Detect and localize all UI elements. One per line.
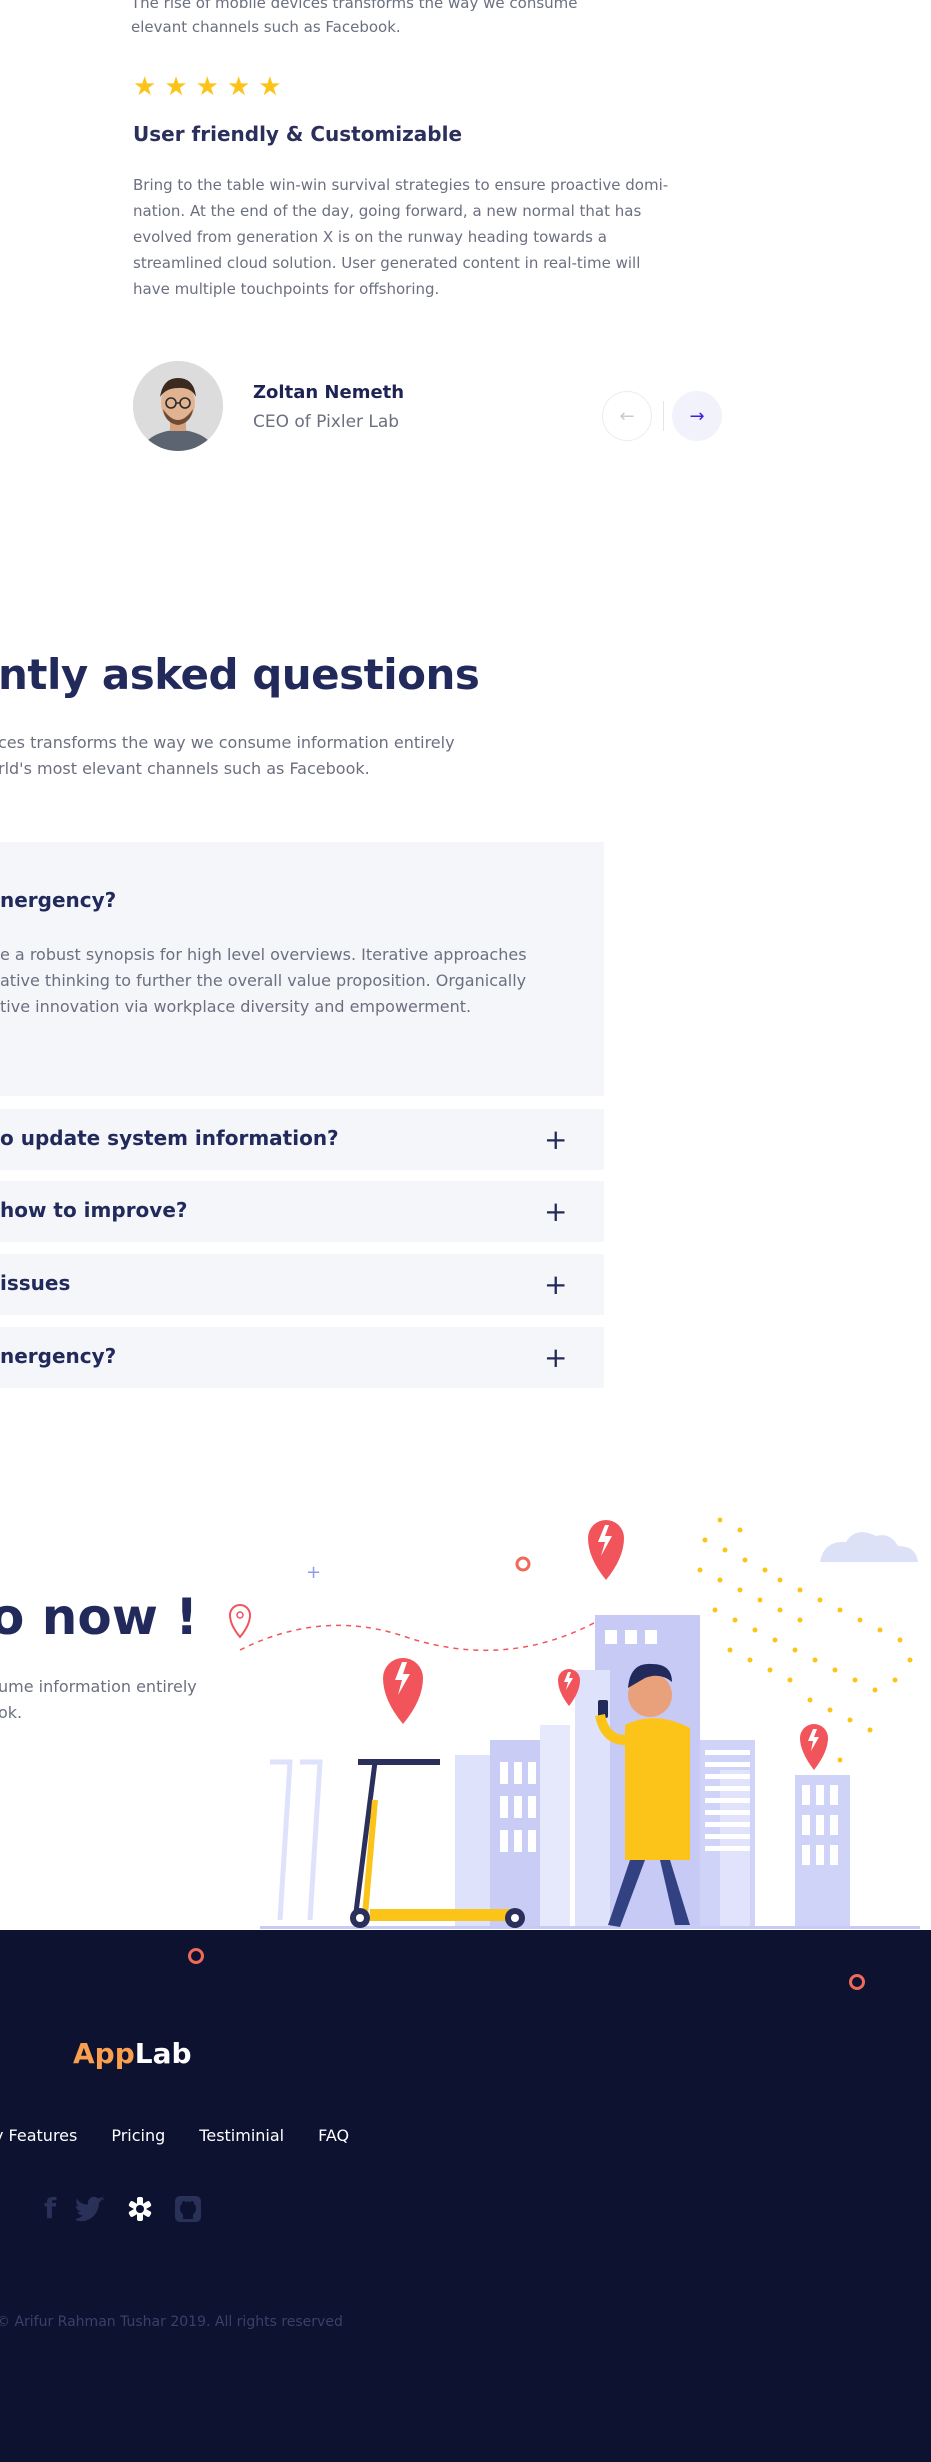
ring-decoration: [849, 1974, 865, 1990]
footer-link-testimonial[interactable]: Testiminial: [199, 2126, 284, 2145]
faq-answer: e a robust synopsis for high level overv…: [0, 942, 527, 1020]
cta-heading: o now !: [0, 1588, 199, 1646]
faq-answer-line: ative thinking to further the overall va…: [0, 971, 527, 990]
github-icon[interactable]: [174, 2195, 202, 2223]
faq-item-open[interactable]: nergency? e a robust synopsis for high l…: [0, 842, 604, 1096]
testimonial-body-line: streamlined cloud solution. User generat…: [133, 254, 641, 272]
facebook-icon[interactable]: f: [44, 2192, 56, 2225]
star-icon: ★: [164, 72, 188, 102]
testimonial-body-line: evolved from generation X is on the runw…: [133, 228, 607, 246]
arrow-right-icon: →: [689, 405, 705, 427]
faq-question: how to improve?: [0, 1198, 188, 1222]
faq-heading: ntly asked questions: [0, 650, 480, 699]
footer: AppLab y Features Pricing Testiminial FA…: [0, 1930, 931, 2462]
footer-link-pricing[interactable]: Pricing: [111, 2126, 165, 2145]
faq-sub-line2: rld's most elevant channels such as Face…: [0, 759, 370, 778]
footer-link-features[interactable]: y Features: [0, 2126, 77, 2145]
page: The rise of mobile devices transforms th…: [0, 0, 931, 2462]
faq-answer-line: tive innovation via workplace diversity …: [0, 997, 472, 1016]
asterisk-logo-icon[interactable]: [126, 2195, 154, 2223]
testimonial-title: User friendly & Customizable: [133, 122, 463, 146]
prev-testimonial-button[interactable]: ←: [602, 391, 652, 441]
star-icon: ★: [195, 72, 219, 102]
faq-sub-line1: ces transforms the way we consume inform…: [0, 733, 455, 752]
plus-icon[interactable]: +: [544, 1126, 567, 1154]
twitter-icon[interactable]: [76, 2196, 106, 2222]
social-links: f: [44, 2192, 202, 2225]
arrow-left-icon: ←: [619, 405, 635, 427]
svg-text:+: +: [306, 1562, 321, 1583]
city-scooter-illustration: +: [228, 1517, 920, 1929]
copyright: © Arifur Rahman Tushar 2019. All rights …: [0, 2314, 343, 2330]
cta-sub-line2: ok.: [0, 1703, 23, 1722]
faq-answer-line: e a robust synopsis for high level overv…: [0, 945, 527, 964]
faq-item[interactable]: nergency? +: [0, 1327, 604, 1388]
testimonial-body-line: Bring to the table win-win survival stra…: [133, 176, 669, 194]
logo-text-lab: Lab: [134, 2037, 192, 2070]
author-role: CEO of Pixler Lab: [253, 412, 400, 432]
plus-icon[interactable]: +: [544, 1271, 567, 1299]
testimonial-body-line: nation. At the end of the day, going for…: [133, 202, 642, 220]
ring-decoration: [188, 1948, 204, 1964]
person-portrait-icon: [133, 361, 223, 451]
cta-sub-line1: ume information entirely: [0, 1677, 197, 1696]
faq-question: nergency?: [0, 888, 117, 912]
footer-link-faq[interactable]: FAQ: [318, 2126, 349, 2145]
faq-question: o update system information?: [0, 1126, 339, 1150]
plus-icon[interactable]: +: [544, 1344, 567, 1372]
footer-nav: y Features Pricing Testiminial FAQ: [0, 2126, 349, 2145]
plus-icon[interactable]: +: [544, 1198, 567, 1226]
star-icon: ★: [226, 72, 251, 102]
faq-question: issues: [0, 1271, 71, 1295]
faq-item[interactable]: issues +: [0, 1254, 604, 1315]
star-icon: ★: [133, 72, 157, 102]
rating-stars: ★ ★ ★ ★ ★: [133, 74, 282, 100]
next-testimonial-button[interactable]: →: [672, 391, 722, 441]
testimonial-body-line: have multiple touchpoints for offshoring…: [133, 280, 440, 298]
faq-question: nergency?: [0, 1344, 117, 1368]
avatar: [133, 361, 223, 451]
testimonial-intro-line2: elevant channels such as Facebook.: [131, 18, 401, 36]
faq-item[interactable]: how to improve? +: [0, 1181, 604, 1242]
star-icon: ★: [258, 72, 282, 102]
faq-item[interactable]: o update system information? +: [0, 1109, 604, 1170]
footer-logo[interactable]: AppLab: [73, 2037, 192, 2070]
testimonial-body: Bring to the table win-win survival stra…: [133, 172, 668, 302]
author-name: Zoltan Nemeth: [253, 382, 405, 403]
nav-divider: [663, 401, 664, 431]
logo-text-app: App: [73, 2037, 135, 2070]
